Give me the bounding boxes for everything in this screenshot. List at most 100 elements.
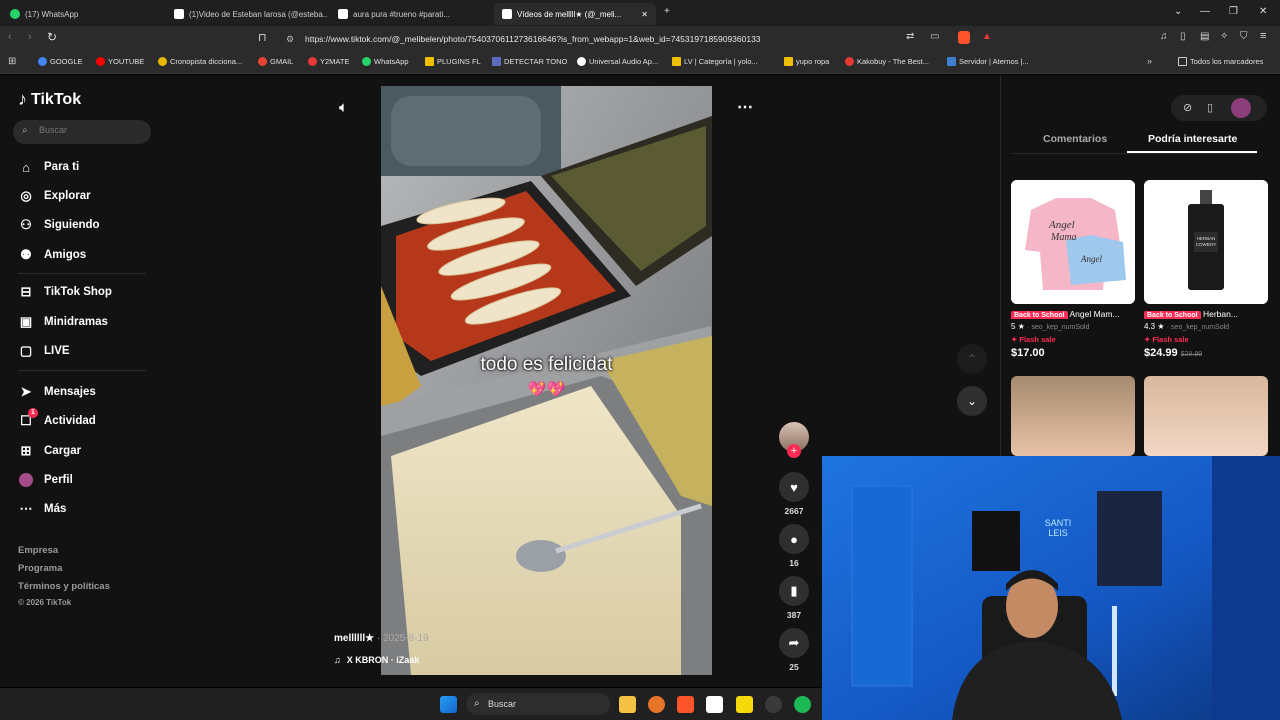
translate-icon[interactable]: ⇄ <box>906 31 914 42</box>
file-explorer-icon[interactable] <box>619 696 636 713</box>
apps-grid-icon[interactable]: ⊞ <box>8 56 16 67</box>
nav-tiktok-shop[interactable]: ⊟ TikTok Shop <box>18 284 112 300</box>
bookmark-lv[interactable]: LV | Categoría | yolo... <box>672 57 758 66</box>
whatsapp-icon <box>362 57 371 66</box>
extensions-icon[interactable]: ✧ <box>1220 31 1228 42</box>
nav-siguiendo[interactable]: ⚇ Siguiendo <box>18 217 99 233</box>
product-card[interactable]: Angel Mama Angel Back to School Angel Ma… <box>1011 180 1135 359</box>
nav-live[interactable]: ▢ LIVE <box>18 343 70 359</box>
bookmark-youtube[interactable]: YOUTUBE <box>96 57 144 66</box>
store-icon[interactable] <box>706 696 723 713</box>
brave-shield-icon[interactable] <box>958 31 970 44</box>
product-price: $24.99 <box>1144 347 1178 359</box>
footer-terminos[interactable]: Términos y políticas <box>18 581 110 592</box>
nav-para-ti[interactable]: ⌂ Para ti <box>18 159 79 175</box>
nav-explorar[interactable]: ◎ Explorar <box>18 188 90 204</box>
previous-post-chevron-icon[interactable]: ⌃ <box>957 344 987 374</box>
bookmark-kakobuy[interactable]: Kakobuy - The Best... <box>845 57 929 66</box>
windows-start-icon[interactable] <box>440 696 457 713</box>
bookmark-plugins[interactable]: PLUGINS FL <box>425 57 481 66</box>
search-input[interactable] <box>39 125 139 135</box>
messages-icon: ➤ <box>20 384 32 399</box>
bookmark-y2mate[interactable]: Y2MATE <box>308 57 349 66</box>
footer-programa[interactable]: Programa <box>18 563 62 574</box>
nav-minidramas[interactable]: ▣ Minidramas <box>18 314 108 330</box>
bookmark-yupo[interactable]: yupo ropa <box>784 57 829 66</box>
share-button[interactable]: ➦ 25 <box>778 628 810 672</box>
nav-mensajes[interactable]: ➤ Mensajes <box>18 384 96 400</box>
post-music[interactable]: ♫ X KBRON · iZaak <box>334 655 419 665</box>
bookmark-aternos[interactable]: Servidor | Aternos |... <box>947 57 1029 66</box>
post-author[interactable]: mellllll★ <box>334 633 374 644</box>
steam-icon[interactable] <box>765 696 782 713</box>
tab-video-esteban[interactable]: (1)Video de Esteban larosa (@esteba... <box>166 3 328 25</box>
aternos-icon <box>947 57 956 66</box>
site-settings-icon[interactable]: ⚙ <box>286 30 294 48</box>
like-button[interactable]: ♥ 2667 <box>778 472 810 516</box>
nav-actividad[interactable]: ☐ 1 Actividad <box>18 408 96 429</box>
more-options-icon[interactable]: ⋯ <box>737 97 753 117</box>
tiktok-logo[interactable]: ♪ TikTok <box>18 89 81 110</box>
chevron-down-icon[interactable]: ⌄ <box>1174 6 1182 17</box>
wallet-icon[interactable]: ▤ <box>1200 31 1209 42</box>
url-field[interactable]: ⚙ https://www.tiktok.com/@_melibelen/pho… <box>280 30 950 48</box>
close-window-icon[interactable]: ✕ <box>1259 6 1267 17</box>
more-bookmarks-icon[interactable]: » <box>1147 56 1152 66</box>
new-tab-icon[interactable]: + <box>664 6 670 17</box>
forward-icon[interactable]: › <box>28 31 32 43</box>
nav-cargar[interactable]: ⊞ Cargar <box>18 443 82 459</box>
user-avatar[interactable] <box>1231 98 1251 118</box>
close-tab-icon[interactable]: ✕ <box>641 10 648 19</box>
tiktok-note-icon: ♪ <box>18 89 27 109</box>
bookmark-icon[interactable]: ⊓ <box>258 31 267 44</box>
author-avatar[interactable]: + <box>778 422 810 458</box>
likes-count: 2667 <box>784 506 804 516</box>
tab-whatsapp[interactable]: (17) WhatsApp <box>2 3 164 25</box>
footer-empresa[interactable]: Empresa <box>18 545 58 556</box>
tab-podria-interesarte[interactable]: Podría interesarte <box>1148 133 1237 145</box>
tab-comentarios[interactable]: Comentarios <box>1043 133 1107 145</box>
brave-rewards-icon[interactable]: ▲ <box>982 31 992 42</box>
product-image-next[interactable] <box>1011 376 1135 456</box>
all-bookmarks-folder[interactable]: Todos los marcadores <box>1178 57 1263 66</box>
bookmark-cronopista[interactable]: Cronopista dicciona... <box>158 57 242 66</box>
brave-browser-icon[interactable] <box>677 696 694 713</box>
spotify-icon[interactable] <box>794 696 811 713</box>
nav-perfil[interactable]: Perfil <box>18 472 73 488</box>
bookmark-whatsapp[interactable]: WhatsApp <box>362 57 409 66</box>
maximize-icon[interactable]: ❐ <box>1229 6 1238 17</box>
gmail-icon <box>258 57 267 66</box>
menu-icon[interactable]: ≡ <box>1260 30 1266 42</box>
comments-button[interactable]: ● 16 <box>778 524 810 568</box>
bookmark-detectar-tono[interactable]: DETECTAR TONO <box>492 57 567 66</box>
tab-videos-melll[interactable]: Vídeos de melllll★ (@_meli... ✕ <box>494 3 656 25</box>
product-card[interactable]: HERBAN COWBOY Back to School Herban... 4… <box>1144 180 1268 359</box>
volume-icon[interactable]: 🔈︎ <box>339 99 348 116</box>
bookmark-google[interactable]: GOOGLE <box>38 57 83 66</box>
fl-studio-icon[interactable] <box>648 696 665 713</box>
device-icon[interactable]: ▯ <box>1207 101 1213 114</box>
minimize-icon[interactable]: — <box>1200 6 1210 17</box>
save-button[interactable]: ▮ 387 <box>778 576 810 620</box>
whatsapp-icon <box>10 9 20 19</box>
streamer-webcam-image: SANTI LEIS <box>822 456 1280 720</box>
sidebar-icon[interactable]: ▯ <box>1180 31 1186 42</box>
search-box[interactable]: ⌕ <box>13 120 151 144</box>
tab-aura-pura[interactable]: aura pura #trueno #parati... <box>330 3 492 25</box>
coin-icon[interactable]: ⊘ <box>1183 101 1192 114</box>
post-photo[interactable]: todo es felicidat 💖💖 <box>381 86 712 675</box>
bookmark-gmail[interactable]: GMAIL <box>258 57 293 66</box>
sticky-notes-icon[interactable] <box>736 696 753 713</box>
product-image-next[interactable] <box>1144 376 1268 456</box>
reload-icon[interactable]: ↻ <box>47 30 57 44</box>
music-icon[interactable]: ♫ <box>1160 31 1168 42</box>
next-post-chevron-icon[interactable]: ⌄ <box>957 386 987 416</box>
follow-plus-icon[interactable]: + <box>787 444 801 458</box>
nav-mas[interactable]: ⋯ Más <box>18 501 67 517</box>
bookmark-universal-audio[interactable]: Universal Audio Ap... <box>577 57 658 66</box>
cast-icon[interactable]: ▭ <box>930 31 939 42</box>
vpn-icon[interactable]: ⛉ <box>1240 31 1248 42</box>
nav-amigos[interactable]: ⚉ Amigos <box>18 247 86 263</box>
taskbar-search[interactable]: ⌕ Buscar <box>466 693 610 715</box>
back-icon[interactable]: ‹ <box>8 31 12 43</box>
